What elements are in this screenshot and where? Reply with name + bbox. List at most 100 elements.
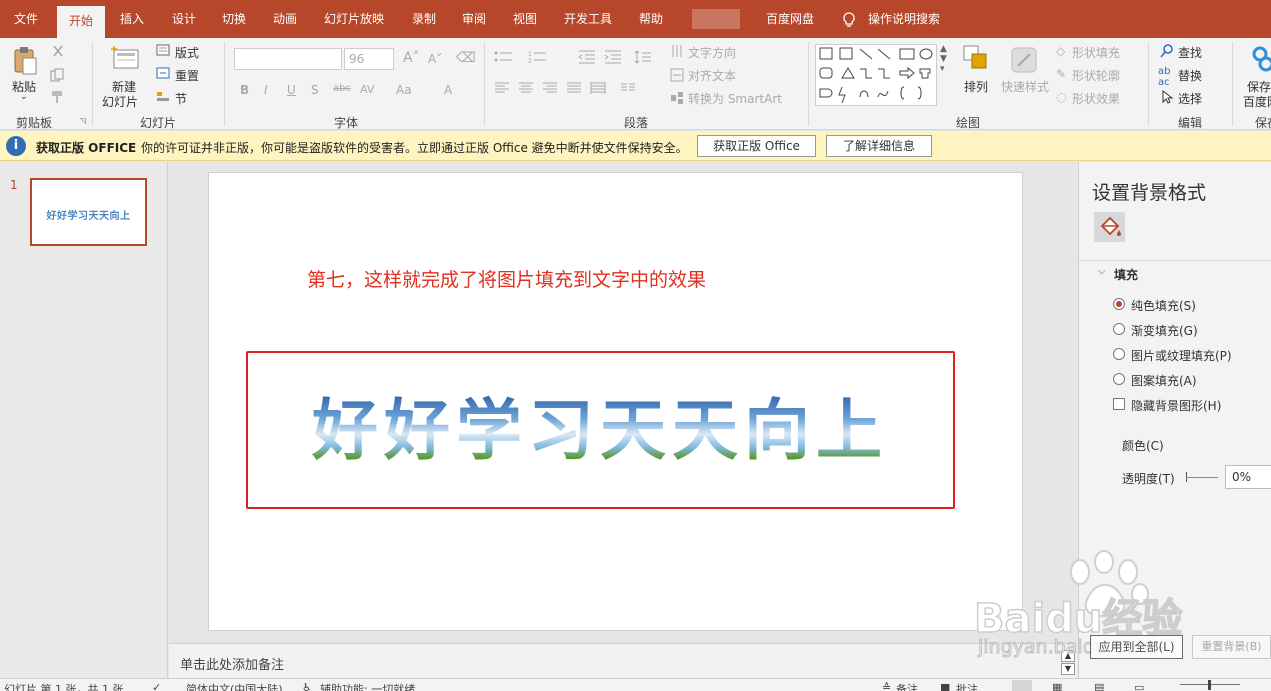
section-icon[interactable] xyxy=(156,90,170,105)
scroll-up-icon[interactable]: ▲ xyxy=(1061,650,1075,662)
fill-section-header[interactable]: 填充 xyxy=(1114,266,1138,283)
layout-icon[interactable] xyxy=(156,44,170,59)
tab-animations[interactable]: 动画 xyxy=(271,0,299,38)
paste-dropdown-icon[interactable]: ⌄ xyxy=(20,92,28,102)
new-slide-label-2[interactable]: 幻灯片 xyxy=(102,93,138,110)
decrease-indent-icon[interactable] xyxy=(578,50,596,67)
apply-to-all-button[interactable]: 应用到全部(L) xyxy=(1090,635,1183,659)
status-accessibility[interactable]: 辅助功能: 一切就绪 xyxy=(320,681,415,691)
columns-icon[interactable] xyxy=(620,82,636,97)
slide-caption[interactable]: 第七，这样就完成了将图片填充到文字中的效果 xyxy=(307,265,706,292)
copy-icon[interactable] xyxy=(50,68,66,85)
justify-icon[interactable] xyxy=(566,82,582,97)
select-label[interactable]: 选择 xyxy=(1178,90,1202,107)
align-text-icon[interactable] xyxy=(670,68,684,85)
underline-icon[interactable]: U xyxy=(287,83,296,97)
notes-placeholder[interactable]: 单击此处添加备注 xyxy=(180,654,284,673)
char-spacing-icon[interactable]: AV xyxy=(360,83,374,96)
radio-pattern-fill[interactable] xyxy=(1113,373,1125,385)
shape-outline-icon[interactable]: ✎ xyxy=(1056,67,1066,81)
tab-transitions[interactable]: 切换 xyxy=(220,0,248,38)
shape-effects-icon[interactable]: ◌ xyxy=(1056,90,1066,104)
quick-styles-label[interactable]: 快速样式 xyxy=(1001,78,1049,95)
slide-thumbnail[interactable]: 好好学习天天向上 xyxy=(30,178,147,246)
option-picture-fill[interactable]: 图片或纹理填充(P) xyxy=(1131,347,1232,364)
tab-slideshow[interactable]: 幻灯片放映 xyxy=(322,0,386,38)
reset-icon[interactable] xyxy=(156,67,170,82)
tab-design[interactable]: 设计 xyxy=(170,0,198,38)
format-painter-icon[interactable] xyxy=(50,90,66,107)
replace-label[interactable]: 替换 xyxy=(1178,67,1202,84)
tab-home[interactable]: 开始 xyxy=(57,6,106,38)
shadow-icon[interactable]: S xyxy=(311,83,319,97)
distributed-icon[interactable] xyxy=(590,82,606,97)
shape-fill-icon[interactable]: ◇ xyxy=(1056,44,1065,58)
font-name-combo[interactable] xyxy=(234,48,342,70)
transparency-input[interactable]: 0% xyxy=(1225,465,1271,489)
baidu-save-icon[interactable] xyxy=(1252,46,1271,77)
learn-more-button[interactable]: 了解详细信息 xyxy=(826,135,932,157)
comments-icon[interactable]: ■ xyxy=(940,681,950,691)
text-direction-icon[interactable] xyxy=(670,44,684,61)
paste-icon[interactable] xyxy=(12,46,38,79)
gallery-scroll-icon[interactable]: ▲ ▼ ▾ xyxy=(940,44,947,74)
font-color-icon[interactable]: A xyxy=(444,83,452,97)
smartart-icon[interactable] xyxy=(670,91,684,108)
status-notes[interactable]: 备注 xyxy=(896,681,918,691)
fill-tab[interactable] xyxy=(1094,212,1125,242)
radio-picture-fill[interactable] xyxy=(1113,348,1125,360)
new-slide-icon[interactable] xyxy=(108,44,140,75)
reset-label[interactable]: 重置 xyxy=(175,67,199,84)
baidu-save-label-2[interactable]: 百度网 xyxy=(1243,93,1271,110)
tab-file[interactable]: 文件 xyxy=(12,0,40,38)
reading-view-icon[interactable]: ▤ xyxy=(1094,681,1104,691)
get-genuine-button[interactable]: 获取正版 Office xyxy=(697,135,816,157)
spellcheck-icon[interactable]: ✓ xyxy=(152,681,161,691)
shrink-font-icon[interactable]: A˅ xyxy=(428,52,442,66)
align-center-icon[interactable] xyxy=(518,82,534,97)
bold-icon[interactable]: B xyxy=(240,83,249,97)
bullets-icon[interactable] xyxy=(494,50,514,67)
arrange-icon[interactable] xyxy=(962,44,990,77)
shapes-gallery[interactable] xyxy=(815,44,937,106)
align-left-icon[interactable] xyxy=(494,82,510,97)
dialog-launcher-icon[interactable]: ◹ xyxy=(80,116,86,125)
quick-styles-icon[interactable] xyxy=(1010,46,1038,77)
tab-baidu-netdisk[interactable]: 百度网盘 xyxy=(764,0,816,38)
section-label[interactable]: 节 xyxy=(175,90,187,107)
change-case-icon[interactable]: Aa xyxy=(396,83,412,97)
accessibility-icon[interactable]: ♿ xyxy=(302,681,312,691)
status-language[interactable]: 简体中文(中国大陆) xyxy=(186,681,283,691)
radio-solid-fill[interactable] xyxy=(1113,298,1125,310)
strikethrough-icon[interactable]: abc xyxy=(333,83,351,94)
tab-help[interactable]: 帮助 xyxy=(637,0,665,38)
radio-gradient-fill[interactable] xyxy=(1113,323,1125,335)
zoom-slider-thumb[interactable] xyxy=(1208,680,1211,690)
tab-developer[interactable]: 开发工具 xyxy=(562,0,614,38)
shape-effects-label[interactable]: 形状效果 xyxy=(1072,90,1120,107)
increase-indent-icon[interactable] xyxy=(604,50,622,67)
hide-background-checkbox[interactable] xyxy=(1113,398,1125,410)
find-icon[interactable] xyxy=(1160,44,1174,61)
font-size-combo[interactable]: 96 xyxy=(344,48,394,70)
align-right-icon[interactable] xyxy=(542,82,558,97)
tab-review[interactable]: 审阅 xyxy=(460,0,488,38)
option-pattern-fill[interactable]: 图案填充(A) xyxy=(1131,372,1197,389)
arrange-label[interactable]: 排列 xyxy=(964,78,988,95)
wordart-textbox[interactable]: 好好学习天天向上 xyxy=(246,351,955,509)
hide-background-label[interactable]: 隐藏背景图形(H) xyxy=(1131,397,1221,414)
layout-label[interactable]: 版式 xyxy=(175,44,199,61)
clear-format-icon[interactable]: ⌫ xyxy=(456,50,476,66)
slide-sorter-icon[interactable]: ▦ xyxy=(1052,681,1062,691)
status-comments[interactable]: 批注 xyxy=(956,681,978,691)
tab-view[interactable]: 视图 xyxy=(511,0,539,38)
tab-insert[interactable]: 插入 xyxy=(118,0,146,38)
shape-outline-label[interactable]: 形状轮廓 xyxy=(1072,67,1120,84)
notes-toggle-icon[interactable]: ≙ xyxy=(882,681,891,691)
normal-view-icon[interactable] xyxy=(1012,680,1032,691)
smartart-label[interactable]: 转换为 SmartArt xyxy=(688,90,782,107)
reset-background-button[interactable]: 重置背景(B) xyxy=(1192,635,1271,659)
slide[interactable]: 第七，这样就完成了将图片填充到文字中的效果 好好学习天天向上 xyxy=(208,172,1023,631)
numbering-icon[interactable]: 12 xyxy=(528,50,548,67)
slideshow-icon[interactable]: ▭ xyxy=(1134,681,1144,691)
